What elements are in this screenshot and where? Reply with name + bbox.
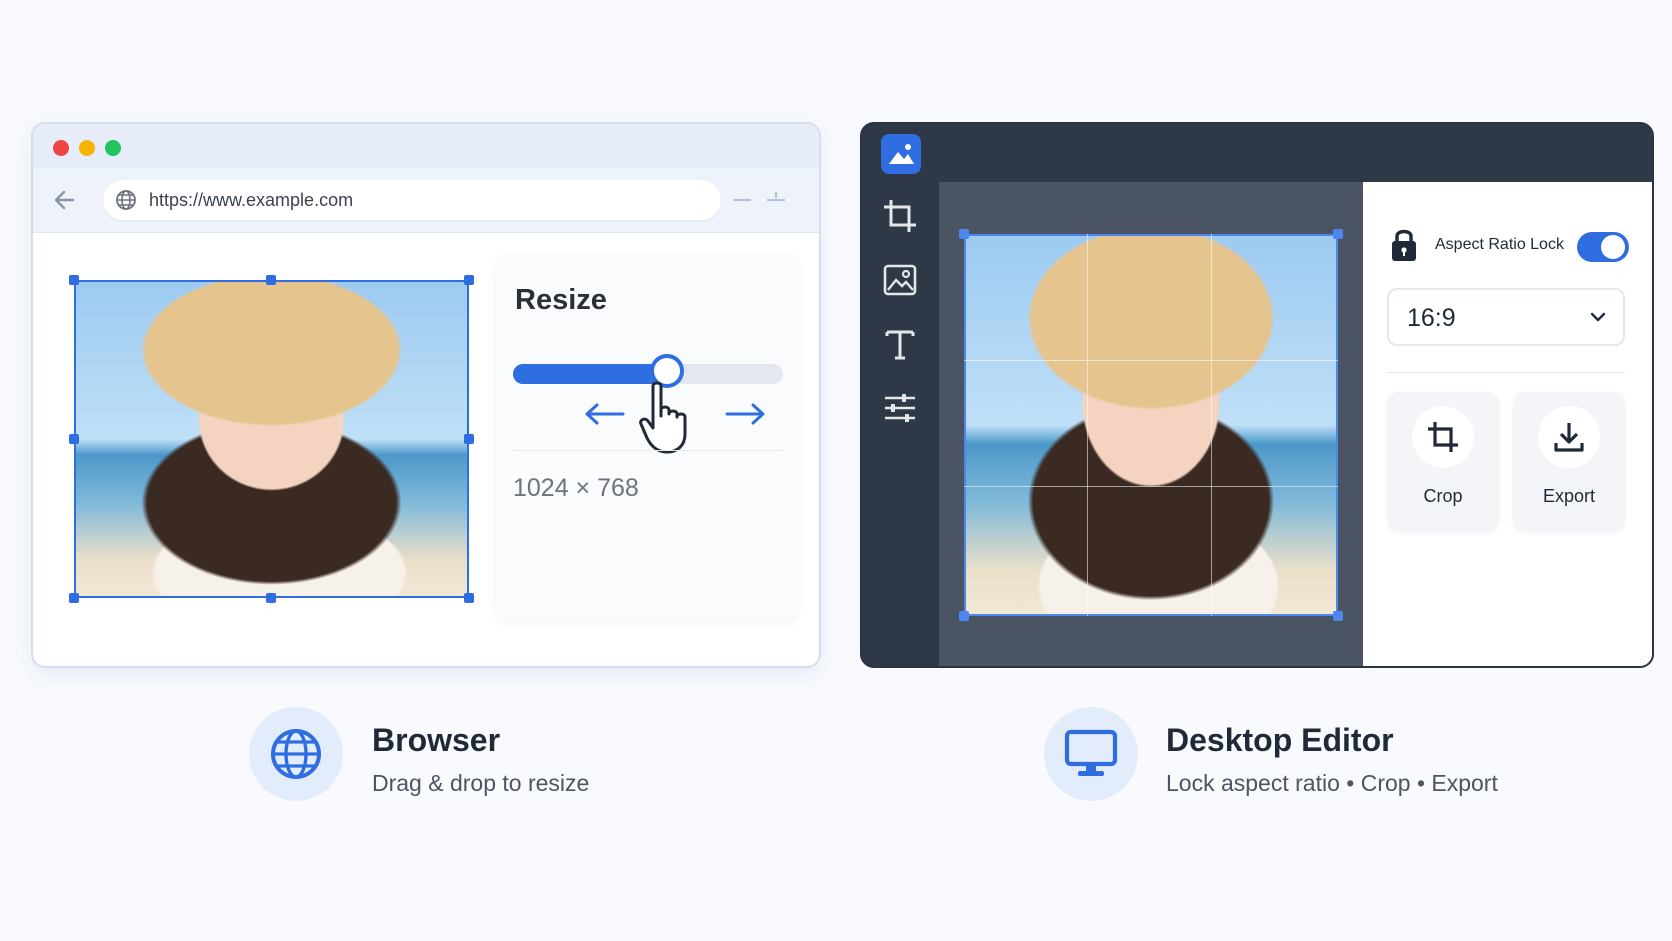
resize-handle-b[interactable] bbox=[266, 593, 276, 603]
browser-caption-title: Browser bbox=[372, 722, 501, 758]
selection-border bbox=[74, 280, 469, 598]
crop-border bbox=[964, 234, 1338, 616]
resize-handle-tr[interactable] bbox=[464, 275, 474, 285]
crop-button[interactable]: Crop bbox=[1387, 392, 1499, 532]
browser-navbar: https://www.example.com bbox=[33, 168, 819, 233]
crop-grid-line bbox=[964, 486, 1338, 488]
crop-button-label: Crop bbox=[1423, 486, 1463, 506]
export-button[interactable]: Export bbox=[1513, 392, 1625, 532]
browser-window: https://www.example.com Resize 1024 × 76… bbox=[31, 122, 821, 668]
browser-titlebar bbox=[33, 124, 819, 168]
resize-panel: Resize 1024 × 768 bbox=[497, 256, 797, 620]
maximize-window-dot[interactable] bbox=[105, 140, 121, 156]
app-logo-icon bbox=[881, 134, 921, 174]
crop-image[interactable] bbox=[959, 229, 1343, 621]
crop-icon bbox=[1428, 422, 1458, 452]
browser-caption-subtitle: Drag & drop to resize bbox=[372, 770, 590, 796]
aspect-ratio-value: 16:9 bbox=[1407, 304, 1456, 332]
crop-handle-tl[interactable] bbox=[959, 229, 969, 239]
arrow-left-icon bbox=[585, 403, 625, 425]
desktop-caption-title: Desktop Editor bbox=[1166, 722, 1394, 758]
lock-icon bbox=[1392, 229, 1416, 261]
text-tool-icon[interactable] bbox=[880, 324, 920, 364]
globe-icon bbox=[116, 190, 136, 210]
aspect-lock-toggle[interactable] bbox=[1577, 232, 1629, 262]
dimensions-readout: 1024 × 768 bbox=[513, 474, 639, 502]
crop-grid-line bbox=[964, 360, 1338, 362]
export-icon-bg bbox=[1538, 406, 1600, 468]
image-tool-icon[interactable] bbox=[880, 260, 920, 300]
resize-title: Resize bbox=[515, 284, 607, 316]
crop-handle-tr[interactable] bbox=[1333, 229, 1343, 239]
crop-icon-bg bbox=[1412, 406, 1474, 468]
hand-cursor-icon bbox=[639, 381, 687, 454]
crop-tool-icon[interactable] bbox=[880, 196, 920, 236]
desktop-editor-window: Aspect Ratio Lock 16:9 Crop Export bbox=[860, 122, 1654, 668]
browser-caption-icon-bg bbox=[249, 707, 343, 801]
globe-icon bbox=[271, 729, 321, 779]
resizable-image[interactable] bbox=[69, 275, 474, 603]
aspect-lock-label: Aspect Ratio Lock bbox=[1435, 236, 1564, 253]
menu-icon[interactable] bbox=[767, 199, 785, 201]
resize-handle-r[interactable] bbox=[464, 434, 474, 444]
panel-divider bbox=[513, 450, 783, 451]
minimize-window-dot[interactable] bbox=[79, 140, 95, 156]
minimize-icon[interactable] bbox=[733, 199, 751, 201]
download-icon bbox=[1554, 423, 1584, 452]
back-arrow-icon[interactable] bbox=[51, 186, 79, 214]
resize-handle-t[interactable] bbox=[266, 275, 276, 285]
close-window-dot[interactable] bbox=[53, 140, 69, 156]
editor-side-panel: Aspect Ratio Lock 16:9 Crop Export bbox=[1363, 182, 1652, 666]
export-button-label: Export bbox=[1542, 486, 1596, 506]
aspect-ratio-select[interactable]: 16:9 bbox=[1387, 288, 1625, 346]
monitor-icon bbox=[1064, 729, 1118, 776]
desktop-caption-subtitle: Lock aspect ratio • Crop • Export bbox=[1166, 770, 1498, 796]
menu-icon-tick bbox=[775, 192, 777, 198]
resize-handle-bl[interactable] bbox=[69, 593, 79, 603]
resize-handle-br[interactable] bbox=[464, 593, 474, 603]
resize-handle-tl[interactable] bbox=[69, 275, 79, 285]
toggle-knob bbox=[1601, 235, 1625, 259]
crop-handle-bl[interactable] bbox=[959, 611, 969, 621]
crop-grid-line bbox=[1210, 234, 1212, 616]
chevron-down-icon bbox=[1590, 312, 1606, 322]
resize-handle-l[interactable] bbox=[69, 434, 79, 444]
panel-divider bbox=[1387, 372, 1625, 373]
adjust-tool-icon[interactable] bbox=[880, 388, 920, 428]
address-bar[interactable]: https://www.example.com bbox=[103, 180, 721, 220]
crop-grid-line bbox=[1087, 234, 1089, 616]
crop-handle-br[interactable] bbox=[1333, 611, 1343, 621]
desktop-caption-icon-bg bbox=[1044, 707, 1138, 801]
arrow-right-icon bbox=[725, 403, 765, 425]
url-text: https://www.example.com bbox=[149, 190, 354, 210]
